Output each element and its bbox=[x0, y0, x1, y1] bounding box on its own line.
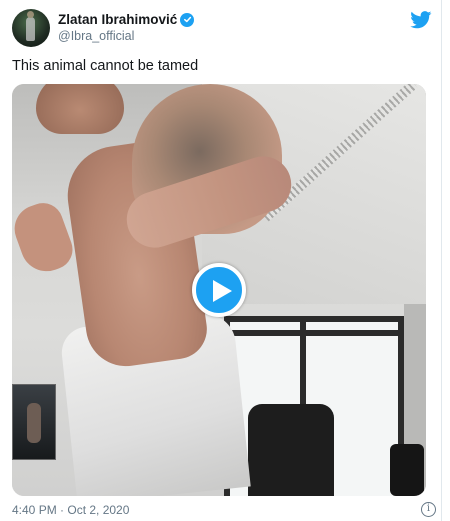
video-poster bbox=[12, 384, 56, 460]
verified-badge-icon bbox=[180, 12, 195, 27]
author-avatar[interactable] bbox=[12, 9, 50, 47]
twitter-bird-icon[interactable] bbox=[410, 11, 432, 29]
video-chair-small bbox=[390, 444, 424, 496]
window-bar bbox=[230, 330, 410, 336]
author-names: Zlatan Ibrahimović @Ibra_official bbox=[58, 11, 195, 43]
play-button[interactable] bbox=[192, 263, 246, 317]
video-person-head bbox=[36, 84, 124, 134]
tweet-timestamp[interactable]: 4:40 PM · Oct 2, 2020 bbox=[12, 503, 129, 517]
author-handle[interactable]: @Ibra_official bbox=[58, 29, 194, 43]
author-display-name[interactable]: Zlatan Ibrahimović bbox=[58, 12, 177, 27]
tweet-header: Zlatan Ibrahimović @Ibra_official bbox=[12, 9, 432, 49]
play-icon bbox=[213, 280, 232, 302]
info-icon[interactable]: i bbox=[421, 502, 436, 517]
tweet-card: Zlatan Ibrahimović @Ibra_official This a… bbox=[0, 0, 442, 521]
avatar-figure bbox=[26, 11, 35, 41]
video-player[interactable] bbox=[12, 84, 426, 496]
tweet-text: This animal cannot be tamed bbox=[12, 58, 199, 74]
name-row: Zlatan Ibrahimović bbox=[58, 11, 195, 28]
video-chair bbox=[248, 404, 334, 496]
